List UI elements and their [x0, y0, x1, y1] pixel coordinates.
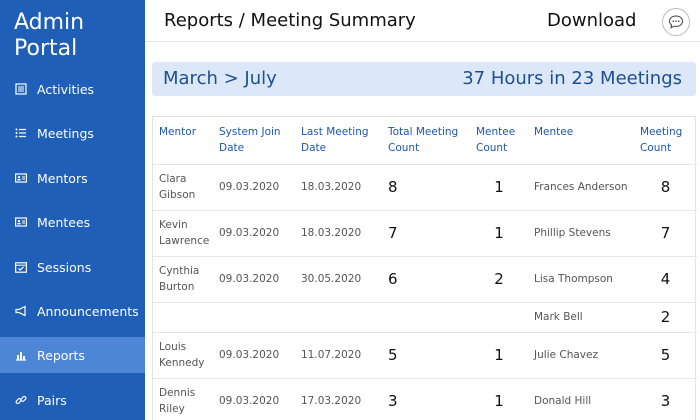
mentee-cell: Frances Anderson: [528, 163, 634, 210]
last-meeting-cell: 18.03.2020: [295, 209, 382, 256]
table-row[interactable]: Kevin Lawrence 09.03.2020 18.03.2020 7 1…: [153, 209, 697, 256]
chat-button[interactable]: [662, 8, 690, 36]
total-count-cell: 7: [382, 209, 470, 256]
total-count-cell: 3: [382, 377, 470, 420]
sidebar-item-label: Meetings: [37, 125, 94, 141]
last-meeting-cell: 18.03.2020: [295, 163, 382, 210]
brand-line-2: Portal: [14, 36, 78, 61]
header: Reports / Meeting Summary Download: [145, 0, 700, 42]
mentee-count-cell: 2: [470, 255, 528, 302]
join-date-cell: 09.03.2020: [213, 331, 295, 378]
sidebar-item-sessions[interactable]: Sessions: [0, 249, 145, 285]
column-header-mentee-count[interactable]: Mentee Count: [470, 117, 528, 164]
sidebar-item-reports[interactable]: Reports: [0, 337, 145, 373]
sidebar-item-label: Activities: [37, 81, 95, 97]
mentee-cell: Donald Hill: [528, 377, 634, 420]
meeting-count-cell: 5: [634, 331, 697, 378]
date-range[interactable]: March > July: [163, 68, 277, 89]
id-card-icon: [14, 215, 28, 229]
column-header-mentee[interactable]: Mentee: [528, 117, 634, 164]
join-date-cell: 09.03.2020: [213, 377, 295, 420]
last-meeting-cell: 30.05.2020: [295, 255, 382, 302]
mentee-cell: Lisa Thompson: [528, 255, 634, 302]
mentee-cell: Mark Bell: [528, 301, 634, 332]
mentor-cell: Kevin Lawrence: [153, 209, 213, 256]
sidebar-item-label: Pairs: [37, 392, 67, 408]
join-date-cell: 09.03.2020: [213, 209, 295, 256]
meeting-count-cell: 3: [634, 377, 697, 420]
download-button[interactable]: Download: [547, 10, 636, 31]
column-header-total-count[interactable]: Total Meeting Count: [382, 117, 470, 164]
sidebar-item-mentors[interactable]: Mentors: [0, 160, 145, 196]
sidebar-item-announcements[interactable]: Announcements: [0, 293, 145, 329]
bar-chart-icon: [14, 348, 28, 362]
mentor-cell: Cynthia Burton: [153, 255, 213, 302]
total-count-cell: 8: [382, 163, 470, 210]
date-range-banner: March > July 37 Hours in 23 Meetings: [152, 62, 696, 96]
mentee-count-cell: 1: [470, 331, 528, 378]
sidebar: Admin Portal Activities Meetings Mentors…: [0, 0, 145, 420]
mentor-cell: Clara Gibson: [153, 163, 213, 210]
sidebar-item-activities[interactable]: Activities: [0, 71, 145, 107]
bullet-list-icon: [14, 126, 28, 140]
meeting-count-cell: 7: [634, 209, 697, 256]
brand-logo[interactable]: Admin Portal: [14, 10, 84, 62]
mentor-cell: [153, 301, 213, 332]
mentee-count-cell: 1: [470, 209, 528, 256]
last-meeting-cell: [295, 301, 382, 332]
calendar-check-icon: [14, 260, 28, 274]
meeting-summary-table: Mentor System Join Date Last Meeting Dat…: [152, 116, 697, 420]
mentee-count-cell: 1: [470, 377, 528, 420]
column-header-last-meeting[interactable]: Last Meeting Date: [295, 117, 382, 164]
megaphone-icon: [14, 304, 28, 318]
sidebar-item-pairs[interactable]: Pairs: [0, 382, 145, 418]
list-box-icon: [14, 82, 28, 96]
join-date-cell: 09.03.2020: [213, 163, 295, 210]
sidebar-item-label: Reports: [37, 347, 85, 363]
mentor-cell: Dennis Riley: [153, 377, 213, 420]
sidebar-item-label: Sessions: [37, 259, 92, 275]
last-meeting-cell: 11.07.2020: [295, 331, 382, 378]
column-header-join-date[interactable]: System Join Date: [213, 117, 295, 164]
join-date-cell: 09.03.2020: [213, 255, 295, 302]
mentor-cell: Louis Kennedy: [153, 331, 213, 378]
table-row[interactable]: Cynthia Burton 09.03.2020 30.05.2020 6 2…: [153, 255, 697, 302]
total-count-cell: 5: [382, 331, 470, 378]
total-count-cell: [382, 301, 470, 332]
sidebar-item-mentees[interactable]: Mentees: [0, 204, 145, 240]
chat-bubble-icon: [668, 15, 684, 29]
page-title: Reports / Meeting Summary: [164, 10, 416, 31]
mentee-count-cell: [470, 301, 528, 332]
id-card-icon: [14, 171, 28, 185]
mentee-count-cell: 1: [470, 163, 528, 210]
mentee-cell: Phillip Stevens: [528, 209, 634, 256]
table-row[interactable]: Clara Gibson 09.03.2020 18.03.2020 8 1 F…: [153, 163, 697, 210]
link-icon: [14, 393, 28, 407]
table-row[interactable]: Dennis Riley 09.03.2020 17.03.2020 3 1 D…: [153, 377, 697, 420]
table-row[interactable]: Mark Bell 2: [153, 301, 697, 332]
sidebar-item-label: Mentees: [37, 214, 91, 230]
meeting-count-cell: 4: [634, 255, 697, 302]
meeting-count-cell: 2: [634, 301, 697, 332]
last-meeting-cell: 17.03.2020: [295, 377, 382, 420]
brand-line-1: Admin: [14, 10, 85, 35]
table-header-row: Mentor System Join Date Last Meeting Dat…: [153, 117, 697, 164]
sidebar-item-meetings[interactable]: Meetings: [0, 115, 145, 151]
column-header-meeting-count[interactable]: Meeting Count: [634, 117, 697, 164]
join-date-cell: [213, 301, 295, 332]
meeting-summary: 37 Hours in 23 Meetings: [462, 68, 682, 89]
table-row[interactable]: Louis Kennedy 09.03.2020 11.07.2020 5 1 …: [153, 331, 697, 378]
column-header-mentor[interactable]: Mentor: [153, 117, 213, 164]
meeting-count-cell: 8: [634, 163, 697, 210]
sidebar-item-label: Announcements: [37, 303, 139, 319]
sidebar-item-label: Mentors: [37, 170, 88, 186]
mentee-cell: Julie Chavez: [528, 331, 634, 378]
total-count-cell: 6: [382, 255, 470, 302]
